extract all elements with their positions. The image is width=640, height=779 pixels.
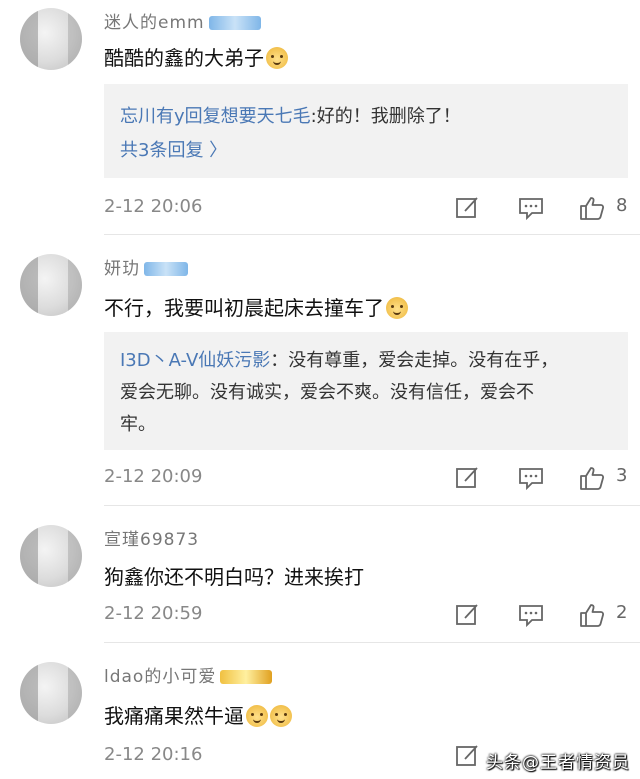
user-badge: [144, 262, 188, 276]
comment-username[interactable]: 宣瑾69873: [104, 525, 199, 550]
thumbs-up-icon[interactable]: [579, 465, 605, 491]
timestamp: 2-12 20:16: [104, 744, 203, 765]
thumbs-up-icon[interactable]: [579, 602, 605, 628]
edit-icon[interactable]: [455, 743, 481, 769]
comment-username[interactable]: ldao的小可爱: [104, 662, 273, 687]
reply-box[interactable]: 忘川有y回复想要天七毛:好的！我删除了！ 共3条回复 〉: [104, 84, 628, 178]
comment-username[interactable]: 妍玏: [104, 254, 188, 279]
timestamp: 2-12 20:06: [104, 196, 203, 217]
reply-text: ：没有尊重，爱会走掉。没有在乎，: [270, 350, 559, 371]
comment-feed: 迷人的emm 酷酷的鑫的大弟子 忘川有y回复想要天七毛:好的！我删除了！ 共3条…: [0, 0, 640, 779]
doge-emoji-icon: [266, 47, 288, 69]
user-badge: [220, 670, 273, 684]
comment-text: 我痛痛果然牛逼: [104, 700, 292, 729]
comment-username[interactable]: 迷人的emm: [104, 8, 261, 33]
comment-text: 狗鑫你还不明白吗？进来挨打: [104, 565, 364, 589]
edit-icon[interactable]: [455, 602, 481, 628]
like-count: 2: [616, 602, 628, 623]
avatar[interactable]: [20, 525, 82, 587]
more-replies-link[interactable]: 共3条回复 〉: [120, 136, 227, 162]
user-badge: [208, 16, 261, 30]
reply-box[interactable]: I3D丶A-V仙妖污影：没有尊重，爱会走掉。没有在乎， 爱会无聊。没有诚实，爱会…: [104, 332, 628, 450]
reply-line: I3D丶A-V仙妖污影：没有尊重，爱会走掉。没有在乎，: [120, 346, 558, 372]
doge-emoji-icon: [386, 297, 408, 319]
divider: [104, 234, 640, 235]
comment-icon[interactable]: [518, 195, 544, 221]
reply-username[interactable]: 忘川有y回复: [120, 106, 221, 127]
reply-text: :好的！我删除了！: [310, 106, 461, 127]
comment-text: 不行，我要叫初晨起床去撞车了: [104, 292, 408, 321]
reply-username[interactable]: I3D丶A-V仙妖污影: [120, 350, 270, 371]
comment-icon[interactable]: [518, 465, 544, 491]
doge-emoji-icon: [270, 705, 292, 727]
timestamp: 2-12 20:09: [104, 466, 203, 487]
comment-actions: 8: [455, 195, 635, 221]
reply-line: 忘川有y回复想要天七毛:好的！我删除了！: [120, 106, 461, 127]
divider: [104, 642, 640, 643]
thumbs-up-icon[interactable]: [579, 195, 605, 221]
edit-icon[interactable]: [455, 465, 481, 491]
divider: [104, 505, 640, 506]
avatar[interactable]: [20, 254, 82, 316]
avatar[interactable]: [20, 662, 82, 724]
reply-line: 爱会无聊。没有诚实，爱会不爽。没有信任，爱会不: [120, 382, 534, 403]
avatar[interactable]: [20, 8, 82, 70]
edit-icon[interactable]: [455, 195, 481, 221]
comment-item: ldao的小可爱 我痛痛果然牛逼 2-12 20:16 头条@王者情资员: [0, 644, 640, 779]
timestamp: 2-12 20:59: [104, 603, 203, 624]
reply-line: 牢。: [120, 414, 156, 435]
like-count: 8: [616, 195, 628, 216]
comment-actions: 3: [455, 465, 635, 491]
comment-item: 妍玏 不行，我要叫初晨起床去撞车了 I3D丶A-V仙妖污影：没有尊重，爱会走掉。…: [0, 236, 640, 502]
like-count: 3: [616, 465, 628, 486]
comment-icon[interactable]: [518, 602, 544, 628]
comment-actions: 2: [455, 602, 635, 628]
comment-item: 宣瑾69873 狗鑫你还不明白吗？进来挨打 2-12 20:59 2: [0, 507, 640, 637]
comment-text: 酷酷的鑫的大弟子: [104, 42, 288, 71]
doge-emoji-icon: [246, 705, 268, 727]
watermark: 头条@王者情资员: [486, 753, 630, 773]
comment-item: 迷人的emm 酷酷的鑫的大弟子 忘川有y回复想要天七毛:好的！我删除了！ 共3条…: [0, 0, 640, 232]
